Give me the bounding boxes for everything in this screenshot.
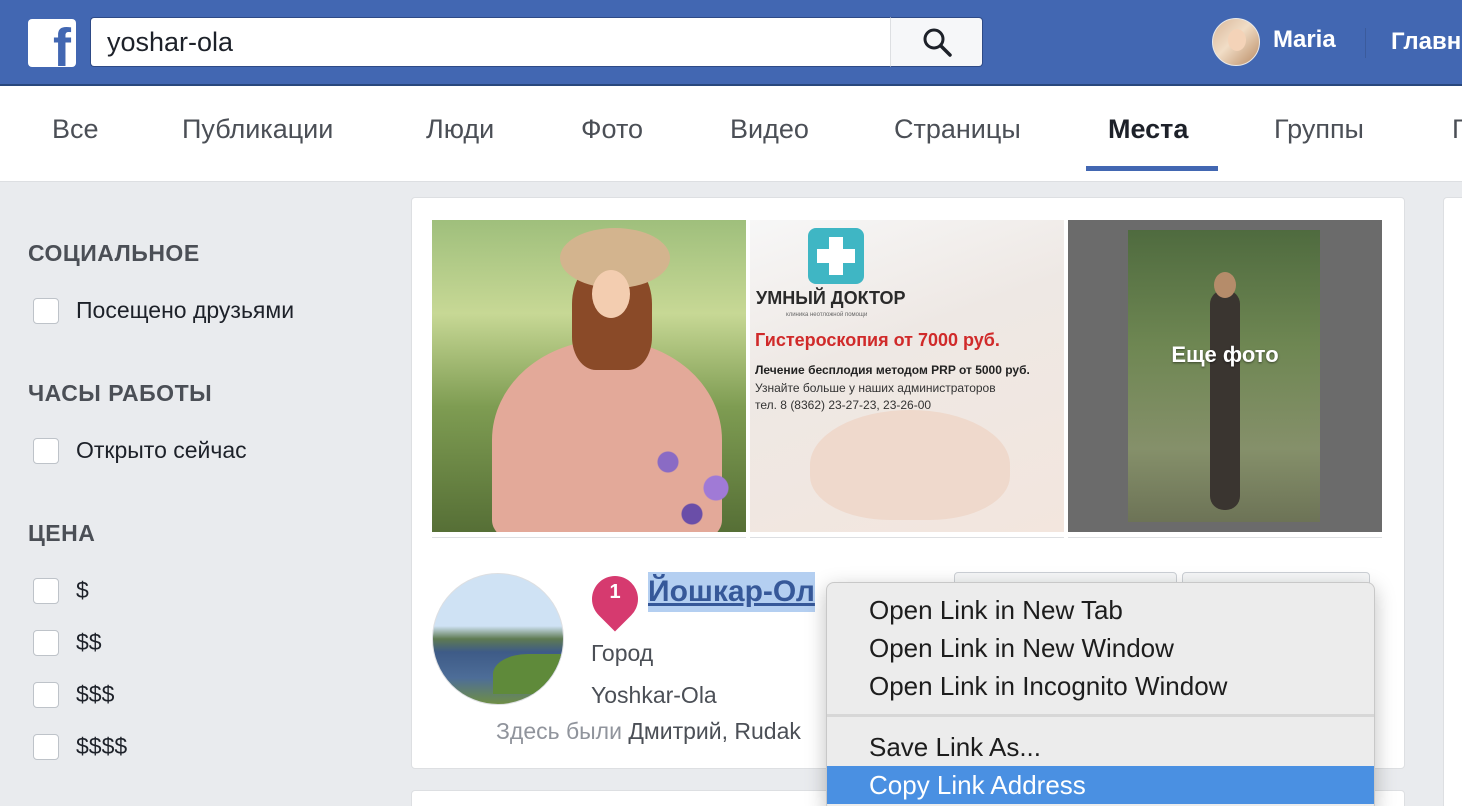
checkbox[interactable] (33, 577, 59, 604)
top-navigation-bar: f yoshar-ola Maria Главн (0, 0, 1462, 86)
more-photos-tile[interactable]: Еще фото (1068, 220, 1382, 532)
tab-posts[interactable]: Публикации (182, 114, 333, 145)
medical-cross-icon (808, 228, 864, 284)
menu-item-copy-link-address[interactable]: Copy Link Address (827, 766, 1374, 804)
tab-videos[interactable]: Видео (730, 114, 809, 145)
profile-name-link[interactable]: Maria (1273, 26, 1336, 54)
filter-heading-hours: ЧАСЫ РАБОТЫ (28, 380, 213, 406)
visited-prefix: Здесь были (496, 718, 622, 744)
divider (1068, 537, 1382, 538)
menu-item-open-new-tab[interactable]: Open Link in New Tab (827, 591, 1374, 629)
menu-item-open-incognito[interactable]: Open Link in Incognito Window (827, 667, 1374, 705)
place-photo-1[interactable] (432, 220, 746, 532)
ad-tagline: клиника неотложной помощи (786, 312, 868, 318)
checkbox[interactable] (33, 681, 59, 708)
place-photo-2-ad[interactable]: УМНЫЙ ДОКТОР клиника неотложной помощи Г… (750, 220, 1064, 532)
tab-people[interactable]: Люди (426, 114, 494, 145)
filter-label: $ (76, 577, 89, 603)
place-title-link[interactable]: Йошкар-Ол (648, 572, 815, 612)
filter-heading-price: ЦЕНА (28, 520, 96, 546)
checkbox[interactable] (33, 629, 59, 656)
map-pin-number: 1 (609, 581, 621, 603)
right-column-card (1443, 197, 1462, 806)
ad-line: Узнайте больше у наших администраторов (755, 381, 996, 395)
search-icon (923, 28, 952, 57)
filter-label: Посещено друзьями (76, 297, 295, 323)
place-city: Yoshkar-Ola (591, 682, 717, 708)
filter-visited-by-friends[interactable]: Посещено друзьями (33, 297, 294, 324)
search-input[interactable]: yoshar-ola (90, 17, 892, 67)
filter-open-now[interactable]: Открыто сейчас (33, 437, 247, 464)
visited-by-text: Здесь были Дмитрий, Rudak (496, 718, 801, 745)
divider (750, 537, 1064, 538)
facebook-logo-icon[interactable]: f (28, 19, 76, 67)
checkbox[interactable] (33, 297, 59, 324)
filter-label: $$$$ (76, 733, 128, 759)
checkbox[interactable] (33, 437, 59, 464)
tab-photos[interactable]: Фото (581, 114, 643, 145)
home-link[interactable]: Главн (1391, 28, 1461, 56)
filter-label: $$$ (76, 681, 115, 707)
menu-item-save-link-as[interactable]: Save Link As... (827, 728, 1374, 766)
ad-brand: УМНЫЙ ДОКТОР (756, 288, 906, 308)
menu-item-open-new-window[interactable]: Open Link in New Window (827, 629, 1374, 667)
avatar[interactable] (1212, 18, 1260, 66)
filter-price-1[interactable]: $ (33, 577, 89, 604)
search-button[interactable] (890, 17, 983, 67)
filter-price-3[interactable]: $$$ (33, 681, 114, 708)
place-profile-picture[interactable] (432, 573, 564, 705)
search-tabs: Все Публикации Люди Фото Видео Страницы … (0, 86, 1462, 182)
divider (432, 537, 746, 538)
context-menu: Open Link in New Tab Open Link in New Wi… (826, 582, 1375, 806)
active-tab-indicator (1086, 166, 1218, 171)
place-category: Город (591, 640, 654, 666)
checkbox[interactable] (33, 733, 59, 760)
tab-groups[interactable]: Группы (1274, 114, 1364, 145)
ad-headline: Гистероскопия от 7000 руб. (755, 330, 1000, 350)
tab-pages[interactable]: Страницы (894, 114, 1021, 145)
tab-all[interactable]: Все (52, 114, 99, 145)
divider (1365, 28, 1366, 58)
filter-label: $$ (76, 629, 102, 655)
filter-label: Открыто сейчас (76, 437, 247, 463)
more-photos-label: Еще фото (1171, 342, 1279, 367)
filter-price-4[interactable]: $$$$ (33, 733, 127, 760)
menu-separator (827, 714, 1374, 717)
tab-more[interactable]: Г (1452, 114, 1462, 145)
ad-line: тел. 8 (8362) 23-27-23, 23-26-00 (755, 398, 932, 412)
visited-names[interactable]: Дмитрий, Rudak (628, 718, 801, 744)
filter-price-2[interactable]: $$ (33, 629, 102, 656)
ad-line: Лечение бесплодия методом PRP от 5000 ру… (755, 363, 1030, 377)
tab-places[interactable]: Места (1108, 114, 1188, 145)
filter-heading-social: СОЦИАЛЬНОЕ (28, 240, 200, 266)
